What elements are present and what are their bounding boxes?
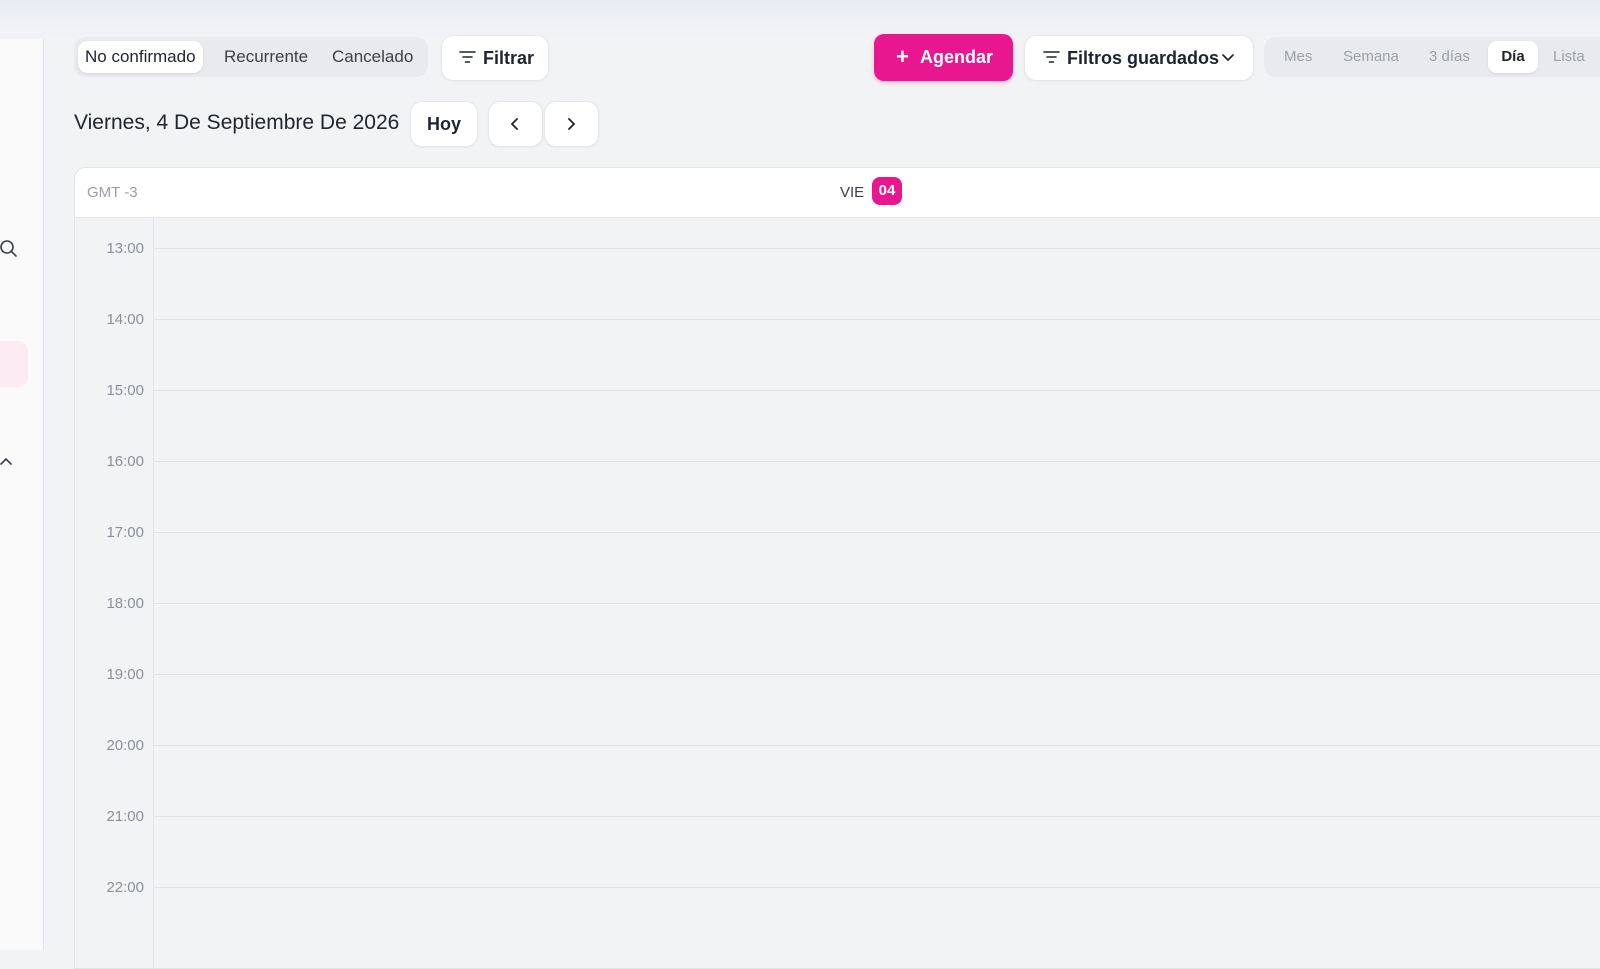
hour-gridline (154, 745, 1600, 746)
filter-button[interactable]: Filtrar (441, 35, 549, 81)
day-of-week-label: VIE (840, 184, 865, 201)
plus-icon: + (896, 44, 909, 69)
filter-icon (459, 50, 476, 69)
status-filter-recurring[interactable]: Recurrente (217, 41, 315, 73)
status-filter-cancelled[interactable]: Cancelado (325, 41, 420, 73)
view-three-days[interactable]: 3 días (1429, 41, 1470, 73)
status-filter-unconfirmed[interactable]: No confirmado (78, 41, 203, 73)
hour-gridline (154, 390, 1600, 391)
hour-gridline (154, 603, 1600, 604)
time-label: 17:00 (106, 524, 144, 541)
view-week[interactable]: Semana (1343, 41, 1399, 73)
time-label: 15:00 (106, 382, 144, 399)
today-button[interactable]: Hoy (410, 101, 478, 147)
current-date-title: Viernes, 4 De Septiembre De 2026 (74, 111, 400, 134)
hour-gridline (154, 532, 1600, 533)
search-icon[interactable] (0, 239, 18, 262)
timezone-label: GMT -3 (87, 184, 138, 201)
schedule-button-label: Agendar (920, 47, 994, 67)
chevron-left-icon (510, 118, 518, 130)
view-day[interactable]: Día (1488, 41, 1538, 73)
time-label: 14:00 (106, 311, 144, 328)
hour-gridline (154, 674, 1600, 675)
view-switcher: Mes Semana 3 días Día Lista (1264, 37, 1600, 77)
chevron-up-icon[interactable] (0, 455, 12, 473)
day-calendar: GMT -3 VIE 04 13:00 14:00 15:00 16:00 17… (74, 167, 1600, 969)
time-label: 22:00 (106, 879, 144, 896)
time-label: 21:00 (106, 808, 144, 825)
calendar-header: GMT -3 VIE 04 (75, 168, 1600, 218)
day-number-badge[interactable]: 04 (872, 177, 902, 205)
filter-button-label: Filtrar (483, 48, 535, 68)
view-month[interactable]: Mes (1284, 41, 1312, 73)
time-label: 19:00 (106, 666, 144, 683)
saved-filters-label: Filtros guardados (1067, 48, 1220, 68)
previous-day-button[interactable] (488, 101, 543, 147)
chevron-down-icon (1221, 51, 1235, 70)
hour-gridline (154, 248, 1600, 249)
view-list[interactable]: Lista (1553, 41, 1585, 73)
next-day-button[interactable] (544, 101, 599, 147)
time-label: 16:00 (106, 453, 144, 470)
time-label: 18:00 (106, 595, 144, 612)
time-column: 13:00 14:00 15:00 16:00 17:00 18:00 19:0… (75, 218, 154, 968)
saved-filters-dropdown[interactable]: Filtros guardados (1024, 35, 1254, 81)
time-label: 20:00 (106, 737, 144, 754)
hour-gridline (154, 816, 1600, 817)
today-button-label: Hoy (426, 114, 461, 134)
hour-gridline (154, 461, 1600, 462)
hour-gridline (154, 887, 1600, 888)
status-filter-group: No confirmado Recurrente Cancelado (74, 37, 428, 77)
schedule-button[interactable]: + Agendar (874, 34, 1013, 81)
hour-gridline (154, 319, 1600, 320)
chevron-right-icon (568, 118, 576, 130)
time-label: 13:00 (106, 240, 144, 257)
sidebar (0, 39, 44, 950)
sidebar-active-item[interactable] (0, 341, 28, 387)
top-band (0, 0, 1600, 40)
filter-icon (1043, 50, 1060, 69)
